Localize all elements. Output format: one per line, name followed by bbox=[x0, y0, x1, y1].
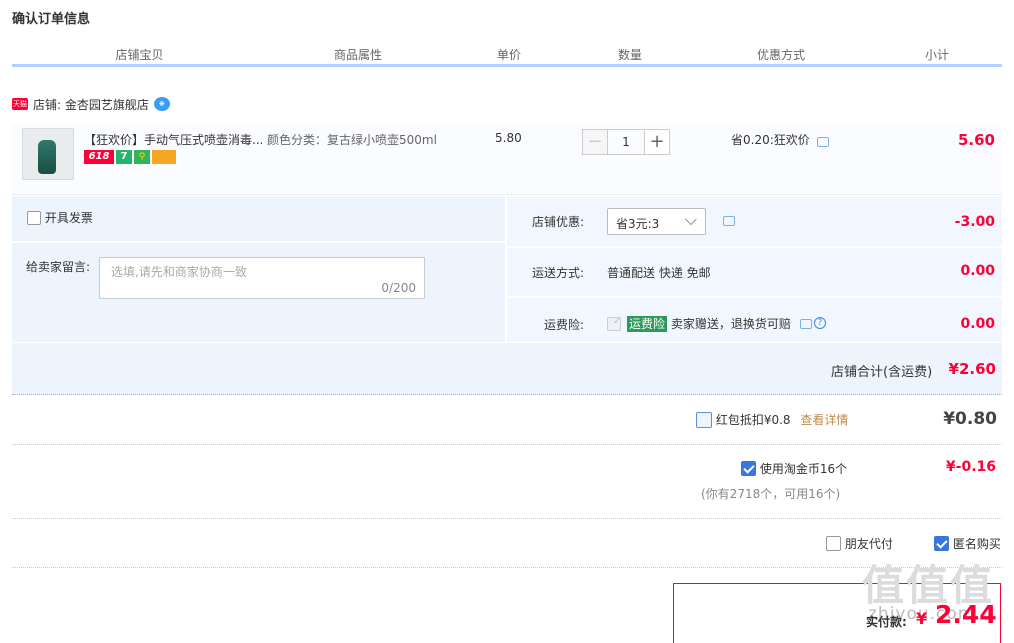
divider bbox=[12, 444, 1002, 445]
page-title: 确认订单信息 bbox=[12, 12, 91, 27]
shop-discount-label: 店铺优惠: bbox=[532, 215, 585, 229]
insurance-text: 卖家赠送，退换货可赔 bbox=[670, 317, 791, 331]
chevron-down-icon: ⌵ bbox=[684, 210, 697, 229]
tmall-icon: 天猫 bbox=[12, 98, 28, 110]
red-packet-detail-link[interactable]: 查看详情 bbox=[800, 413, 848, 427]
shop-total-amount: ¥2.60 bbox=[948, 360, 996, 378]
invoice-option[interactable]: 开具发票 bbox=[27, 209, 93, 226]
anonymous-label: 匿名购买 bbox=[952, 537, 1001, 551]
pay-currency: ¥ bbox=[916, 609, 928, 628]
shop-discount-value: 省3元:3 bbox=[616, 217, 660, 231]
col-header-discount: 优惠方式 bbox=[756, 48, 805, 62]
insurance-label: 运费险: bbox=[544, 318, 585, 332]
coins-note: (你有2718个，可用16个) bbox=[701, 487, 841, 501]
divider bbox=[12, 567, 1002, 568]
qty-plus-button[interactable]: + bbox=[644, 129, 670, 155]
wangwang-chat-icon[interactable]: ❋ bbox=[153, 97, 170, 111]
insurance-badge: 运费险 bbox=[627, 316, 668, 332]
qty-minus-button[interactable]: − bbox=[582, 129, 608, 155]
pay-amount: 2.44 bbox=[935, 600, 997, 629]
divider bbox=[12, 518, 1002, 519]
shipping-value: 普通配送 快递 免邮 bbox=[607, 266, 711, 280]
memo-textarea[interactable]: 选填,请先和商家协商一致 0/200 bbox=[99, 257, 425, 299]
item-subtotal: 5.60 bbox=[957, 131, 995, 149]
tag-quality-icon: ⚲ bbox=[134, 150, 150, 164]
tag-card-icon bbox=[152, 150, 176, 164]
shop-total-label: 店铺合计(含运费) bbox=[831, 365, 933, 380]
friend-pay-label: 朋友代付 bbox=[844, 537, 893, 551]
friend-pay-checkbox[interactable] bbox=[826, 536, 841, 551]
check-icon: ✓ bbox=[613, 316, 622, 327]
item-discount: 省0.20:狂欢价 bbox=[731, 133, 810, 147]
divider bbox=[12, 241, 506, 243]
coins-label: 使用淘金币16个 bbox=[759, 462, 848, 476]
help-icon[interactable]: ? bbox=[814, 317, 826, 329]
qty-input[interactable]: 1 bbox=[608, 129, 644, 155]
insurance-info: 运费险 卖家赠送，退换货可赔 bbox=[627, 315, 791, 332]
insurance-amount: 0.00 bbox=[960, 316, 995, 332]
coins-amount: ¥-0.16 bbox=[945, 459, 996, 475]
shipping-amount: 0.00 bbox=[960, 263, 995, 279]
red-packet-checkbox[interactable] bbox=[696, 411, 712, 428]
promo-tags: 618 7 ⚲ bbox=[84, 150, 176, 164]
shop-discount-info-icon[interactable] bbox=[723, 216, 735, 226]
product-image-bottle bbox=[38, 140, 56, 174]
unit-price: 5.80 bbox=[495, 131, 522, 145]
col-header-item: 店铺宝贝 bbox=[115, 48, 164, 62]
tag-618: 618 bbox=[84, 150, 114, 164]
shop-row: 天猫 店铺: 金杏园艺旗舰店 ❋ bbox=[12, 96, 170, 112]
invoice-checkbox[interactable] bbox=[27, 210, 41, 225]
tag-7day-return: 7 bbox=[116, 150, 132, 164]
divider bbox=[505, 196, 507, 342]
insurance-chat-icon[interactable] bbox=[800, 319, 812, 329]
col-header-subtotal: 小计 bbox=[924, 48, 949, 62]
coins-checkbox[interactable] bbox=[741, 461, 756, 476]
memo-counter: 0/200 bbox=[381, 281, 416, 295]
col-header-attr: 商品属性 bbox=[333, 48, 382, 62]
invoice-label: 开具发票 bbox=[44, 211, 93, 225]
red-packet-label: 红包抵扣¥0.8 bbox=[715, 413, 791, 427]
shop-discount-select[interactable]: 省3元:3 ⌵ bbox=[607, 208, 706, 235]
col-header-price: 单价 bbox=[496, 48, 521, 62]
quantity-stepper: − 1 + bbox=[582, 129, 670, 155]
red-packet-amount: ¥0.80 bbox=[943, 409, 997, 429]
pay-label: 实付款: bbox=[866, 615, 907, 629]
memo-placeholder: 选填,请先和商家协商一致 bbox=[111, 265, 247, 279]
divider bbox=[12, 342, 1002, 343]
friend-pay-option[interactable]: 朋友代付 bbox=[826, 535, 893, 552]
shipping-label: 运送方式: bbox=[532, 266, 585, 280]
memo-label: 给卖家留言: bbox=[26, 260, 91, 274]
product-name[interactable]: 【狂欢价】手动气压式喷壶消毒... bbox=[84, 131, 262, 148]
red-packet-option[interactable]: 红包抵扣¥0.8 查看详情 bbox=[696, 411, 848, 428]
divider bbox=[507, 246, 1002, 248]
anonymous-option[interactable]: 匿名购买 bbox=[934, 535, 1001, 552]
coins-option[interactable]: 使用淘金币16个 bbox=[741, 460, 847, 477]
divider bbox=[507, 296, 1002, 298]
col-header-qty: 数量 bbox=[617, 48, 642, 62]
header-divider bbox=[12, 64, 1002, 67]
product-attr: 颜色分类：复古绿小喷壶500ml bbox=[267, 133, 437, 147]
shop-discount-amount: -3.00 bbox=[954, 214, 995, 230]
discount-info-icon[interactable] bbox=[817, 137, 829, 147]
shop-name[interactable]: 店铺: 金杏园艺旗舰店 bbox=[33, 96, 149, 113]
anonymous-checkbox[interactable] bbox=[934, 536, 949, 551]
